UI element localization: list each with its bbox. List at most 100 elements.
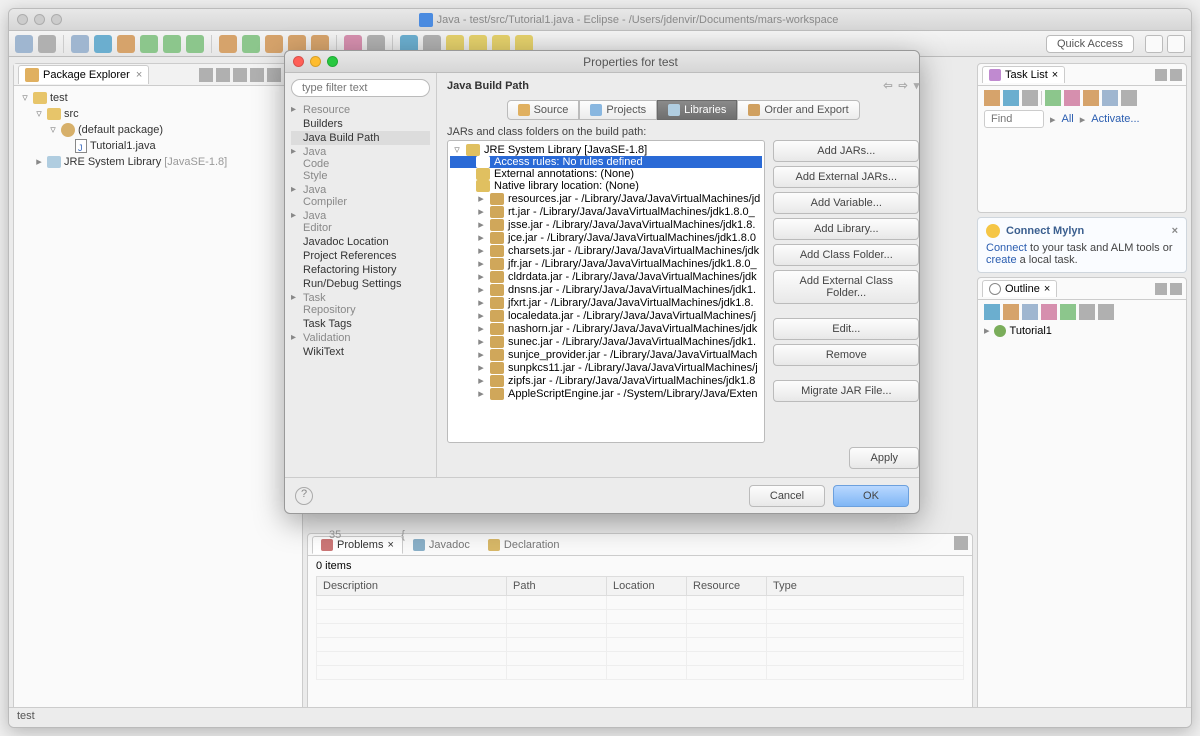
jar-row[interactable]: ▸jfr.jar - /Library/Java/JavaVirtualMach… [450, 257, 762, 270]
focus-icon[interactable] [1079, 304, 1095, 320]
category-project-references[interactable]: Project References [291, 249, 430, 263]
close-icon[interactable]: × [1044, 283, 1050, 295]
outline-tree[interactable]: ▸Tutorial1 [984, 324, 1180, 337]
add-external-jars-button[interactable]: Add External JARs... [773, 166, 919, 188]
jar-row[interactable]: ▸cldrdata.jar - /Library/Java/JavaVirtua… [450, 270, 762, 283]
native-lib-row[interactable]: Native library location: (None) [450, 180, 762, 192]
jar-row[interactable]: ▸dnsns.jar - /Library/Java/JavaVirtualMa… [450, 283, 762, 296]
tab-libraries[interactable]: Libraries [657, 100, 737, 120]
sort-icon[interactable] [984, 304, 1000, 320]
javadoc-tab[interactable]: Javadoc [405, 537, 478, 553]
migrate-jar-button[interactable]: Migrate JAR File... [773, 380, 919, 402]
category-task-repository[interactable]: Task Repository [291, 291, 305, 317]
col-resource[interactable]: Resource [687, 577, 767, 596]
perspective-switcher[interactable] [1145, 35, 1185, 53]
add-jars-button[interactable]: Add JARs... [773, 140, 919, 162]
cancel-button[interactable]: Cancel [749, 485, 825, 507]
toolbar-button[interactable] [186, 35, 204, 53]
task-list-tab[interactable]: Task List× [982, 66, 1065, 83]
minimize-icon[interactable] [1155, 69, 1167, 81]
forward-icon[interactable]: ⇨ [899, 79, 908, 92]
remove-button[interactable]: Remove [773, 344, 919, 366]
quick-access[interactable]: Quick Access [1046, 35, 1134, 53]
maximize-icon[interactable] [1170, 283, 1182, 295]
add-library-button[interactable]: Add Library... [773, 218, 919, 240]
schedule-icon[interactable] [1022, 90, 1038, 106]
menu-icon[interactable] [1121, 90, 1137, 106]
package-explorer-tab[interactable]: Package Explorer× [18, 65, 149, 84]
toolbar-button[interactable] [242, 35, 260, 53]
add-variable-button[interactable]: Add Variable... [773, 192, 919, 214]
jar-row[interactable]: ▸sunpkcs11.jar - /Library/Java/JavaVirtu… [450, 361, 762, 374]
jar-row[interactable]: ▸jce.jar - /Library/Java/JavaVirtualMach… [450, 231, 762, 244]
minimize-icon[interactable] [267, 68, 281, 82]
category-wikitext[interactable]: WikiText [291, 345, 430, 359]
apply-button[interactable]: Apply [849, 447, 919, 469]
declaration-tab[interactable]: Declaration [480, 537, 568, 553]
category-java-compiler[interactable]: Java Compiler [291, 183, 305, 209]
menu-icon[interactable] [954, 536, 968, 550]
close-icon[interactable]: × [136, 69, 142, 81]
link-icon[interactable] [199, 68, 213, 82]
toolbar-button[interactable] [94, 35, 112, 53]
focus-icon[interactable] [233, 68, 247, 82]
outline-tab[interactable]: Outline× [982, 280, 1057, 297]
window-controls[interactable] [17, 14, 62, 25]
hide-nonpublic-icon[interactable] [1041, 304, 1057, 320]
package-tree[interactable]: ▿test ▿src ▿(default package) Tutorial1.… [14, 86, 302, 174]
menu-icon[interactable] [250, 68, 264, 82]
col-path[interactable]: Path [507, 577, 607, 596]
jar-row[interactable]: ▸AppleScriptEngine.jar - /System/Library… [450, 387, 762, 400]
collapse-icon[interactable] [1083, 90, 1099, 106]
ext-annotations-row[interactable]: External annotations: (None) [450, 168, 762, 180]
maximize-icon[interactable] [1170, 69, 1182, 81]
col-description[interactable]: Description [317, 577, 507, 596]
category-resource[interactable]: Resource [291, 103, 305, 117]
toolbar-button[interactable] [38, 35, 56, 53]
debug-button[interactable] [140, 35, 158, 53]
add-class-folder-button[interactable]: Add Class Folder... [773, 244, 919, 266]
col-type[interactable]: Type [767, 577, 964, 596]
toolbar-button[interactable] [15, 35, 33, 53]
close-icon[interactable]: × [1052, 69, 1058, 81]
toolbar-button[interactable] [117, 35, 135, 53]
activate-link[interactable]: Activate... [1091, 113, 1139, 125]
hide-fields-icon[interactable] [1003, 304, 1019, 320]
category-java-build-path[interactable]: Java Build Path [291, 131, 430, 145]
run-button[interactable] [163, 35, 181, 53]
col-location[interactable]: Location [607, 577, 687, 596]
jar-row[interactable]: ▸sunec.jar - /Library/Java/JavaVirtualMa… [450, 335, 762, 348]
jar-row[interactable]: ▸jsse.jar - /Library/Java/JavaVirtualMac… [450, 218, 762, 231]
link-icon[interactable] [1060, 304, 1076, 320]
menu-icon[interactable] [1098, 304, 1114, 320]
jar-row[interactable]: ▸resources.jar - /Library/Java/JavaVirtu… [450, 192, 762, 205]
category-refactoring-history[interactable]: Refactoring History [291, 263, 430, 277]
category-builders[interactable]: Builders [291, 117, 430, 131]
category-task-tags[interactable]: Task Tags [291, 317, 430, 331]
window-controls[interactable] [293, 56, 338, 67]
ok-button[interactable]: OK [833, 485, 909, 507]
jar-row[interactable]: ▸sunjce_provider.jar - /Library/Java/Jav… [450, 348, 762, 361]
minimize-icon[interactable] [1155, 283, 1167, 295]
sync-icon[interactable] [1064, 90, 1080, 106]
hide-icon[interactable] [1102, 90, 1118, 106]
back-icon[interactable]: ⇦ [883, 79, 892, 92]
tab-order[interactable]: Order and Export [737, 100, 859, 120]
toolbar-button[interactable] [71, 35, 89, 53]
category-validation[interactable]: Validation [291, 331, 305, 345]
new-task-icon[interactable] [984, 90, 1000, 106]
category-java-code-style[interactable]: Java Code Style [291, 145, 305, 183]
toolbar-button[interactable] [219, 35, 237, 53]
focus-icon[interactable] [1045, 90, 1061, 106]
access-rules-row[interactable]: Access rules: No rules defined [450, 156, 762, 168]
jars-tree[interactable]: ▿JRE System Library [JavaSE-1.8] Access … [447, 140, 765, 443]
add-external-class-folder-button[interactable]: Add External Class Folder... [773, 270, 919, 304]
collapse-icon[interactable] [216, 68, 230, 82]
menu-icon[interactable]: ▾ [914, 79, 920, 92]
category-javadoc-location[interactable]: Javadoc Location [291, 235, 430, 249]
category-java-editor[interactable]: Java Editor [291, 209, 305, 235]
jar-row[interactable]: ▸zipfs.jar - /Library/Java/JavaVirtualMa… [450, 374, 762, 387]
jar-row[interactable]: ▸nashorn.jar - /Library/Java/JavaVirtual… [450, 322, 762, 335]
categorize-icon[interactable] [1003, 90, 1019, 106]
tab-projects[interactable]: Projects [579, 100, 657, 120]
